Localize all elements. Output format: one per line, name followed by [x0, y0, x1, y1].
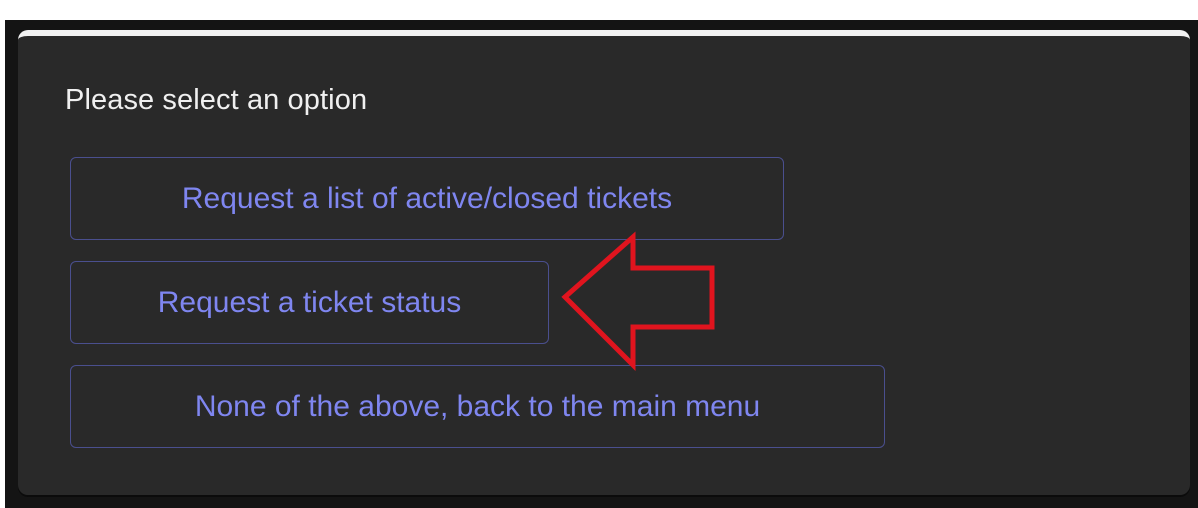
option-card: Please select an option Request a list o…	[18, 30, 1190, 495]
option-label: Request a ticket status	[157, 285, 462, 319]
prompt-text: Please select an option	[65, 84, 368, 116]
option-label: Request a list of active/closed tickets	[181, 181, 673, 215]
option-label: None of the above, back to the main menu	[194, 389, 761, 423]
request-ticket-status-button[interactable]: Request a ticket status	[70, 261, 549, 344]
back-to-main-menu-button[interactable]: None of the above, back to the main menu	[70, 365, 885, 448]
request-ticket-list-button[interactable]: Request a list of active/closed tickets	[70, 157, 784, 240]
